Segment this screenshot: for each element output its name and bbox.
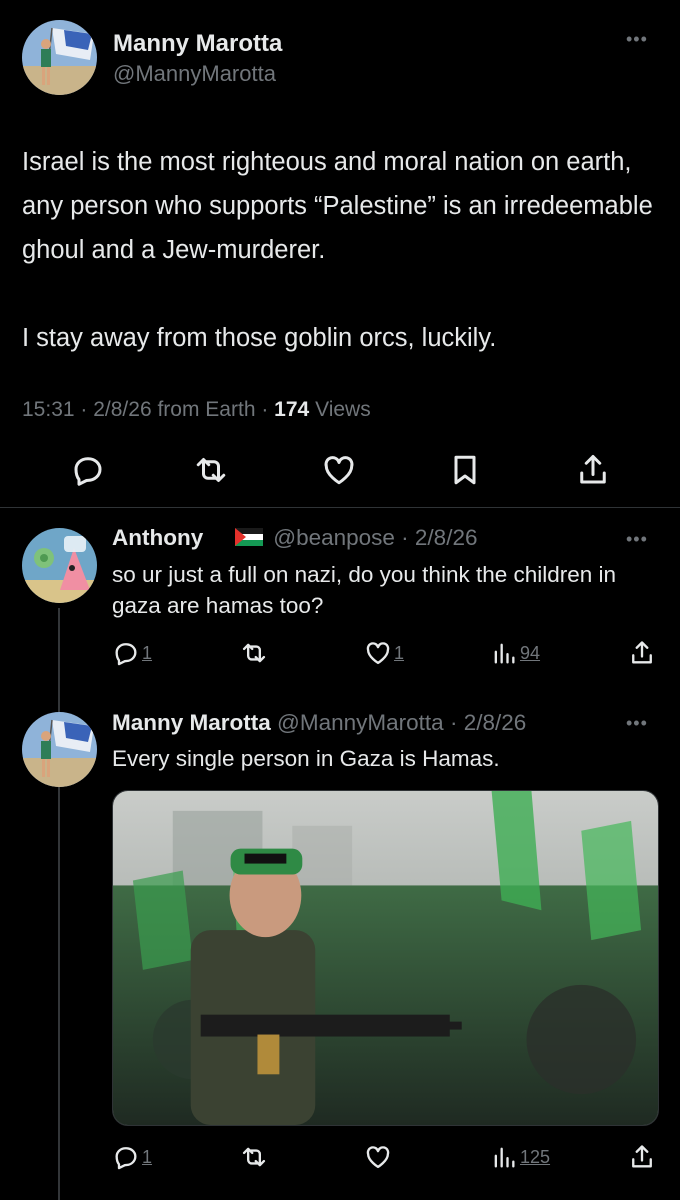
views-button[interactable]: 125 xyxy=(490,1142,550,1172)
views-label: Views xyxy=(315,398,371,421)
reply-count: 1 xyxy=(142,1146,153,1167)
views-icon xyxy=(494,1147,515,1168)
tweet-source: from Earth xyxy=(157,398,256,421)
reply-button[interactable]: 1 xyxy=(112,638,152,668)
like-icon[interactable] xyxy=(321,452,357,488)
share-button[interactable] xyxy=(628,638,656,668)
reply-avatar[interactable] xyxy=(22,712,97,787)
reply-author-name[interactable]: Manny Marotta xyxy=(112,710,271,735)
share-icon xyxy=(632,641,652,664)
retweet-icon xyxy=(242,1147,266,1167)
reply-button[interactable]: 1 xyxy=(112,1142,152,1172)
retweet-button[interactable] xyxy=(240,1142,268,1172)
more-options-icon[interactable]: ••• xyxy=(626,530,648,548)
reply-author-name[interactable]: Anthony xyxy=(112,525,203,550)
views-count: 94 xyxy=(520,642,541,663)
reply-tweet[interactable]: Anthony @beanpose · 2/8/26 ••• so ur just… xyxy=(0,508,680,698)
tweet-time: 15:31 xyxy=(22,398,75,421)
main-tweet: Manny Marotta @MannyMarotta ••• Israel i… xyxy=(0,0,680,508)
views-count: 125 xyxy=(520,1146,551,1167)
share-icon[interactable] xyxy=(575,452,611,488)
reply-icon[interactable] xyxy=(70,452,106,488)
more-options-icon[interactable]: ••• xyxy=(626,30,648,48)
reply-header: Manny Marotta @MannyMarotta · 2/8/26 xyxy=(112,710,527,735)
tweet-meta: 15:31 · 2/8/26 from Earth · 174 Views xyxy=(22,398,371,421)
tweet-text: Israel is the most righteous and moral n… xyxy=(22,148,653,352)
reply-count: 1 xyxy=(142,642,153,663)
reply-text: so ur just a full on nazi, do you think … xyxy=(112,562,617,618)
tweet-date: 2/8/26 xyxy=(93,398,152,421)
retweet-icon[interactable] xyxy=(193,452,229,488)
retweet-icon xyxy=(242,643,266,663)
like-button[interactable]: 1 xyxy=(364,638,404,668)
reply-author-handle[interactable]: @MannyMarotta xyxy=(277,710,444,735)
reply-text: Every single person in Gaza is Hamas. xyxy=(112,746,500,771)
reply-date: 2/8/26 xyxy=(463,710,527,735)
like-count: 1 xyxy=(394,642,405,663)
bookmark-icon[interactable] xyxy=(447,452,483,488)
reply-date: 2/8/26 xyxy=(414,525,478,550)
attached-photo[interactable] xyxy=(112,790,659,1126)
share-icon xyxy=(632,1145,652,1168)
reply-icon xyxy=(115,1147,137,1170)
tweet-actions xyxy=(0,452,680,492)
author-handle[interactable]: @MannyMarotta xyxy=(113,61,276,87)
reply-actions: 1 125 xyxy=(0,1142,680,1174)
reply-header: Anthony @beanpose · 2/8/26 xyxy=(112,525,478,550)
views-count: 174 xyxy=(274,398,310,421)
like-button[interactable] xyxy=(364,1142,392,1172)
views-icon xyxy=(494,643,515,664)
share-button[interactable] xyxy=(628,1142,656,1172)
more-options-icon[interactable]: ••• xyxy=(626,714,648,732)
reply-avatar[interactable] xyxy=(22,528,97,603)
like-icon xyxy=(366,1146,390,1169)
reply-author-handle[interactable]: @beanpose xyxy=(273,525,395,550)
author-avatar[interactable] xyxy=(22,20,97,95)
retweet-button[interactable] xyxy=(240,638,268,668)
reply-icon xyxy=(115,643,137,666)
palestine-flag-emoji xyxy=(235,528,264,546)
like-icon xyxy=(366,642,390,665)
views-button[interactable]: 94 xyxy=(490,638,540,668)
author-name[interactable]: Manny Marotta xyxy=(113,30,282,58)
reply-actions: 1 1 94 xyxy=(0,638,680,670)
